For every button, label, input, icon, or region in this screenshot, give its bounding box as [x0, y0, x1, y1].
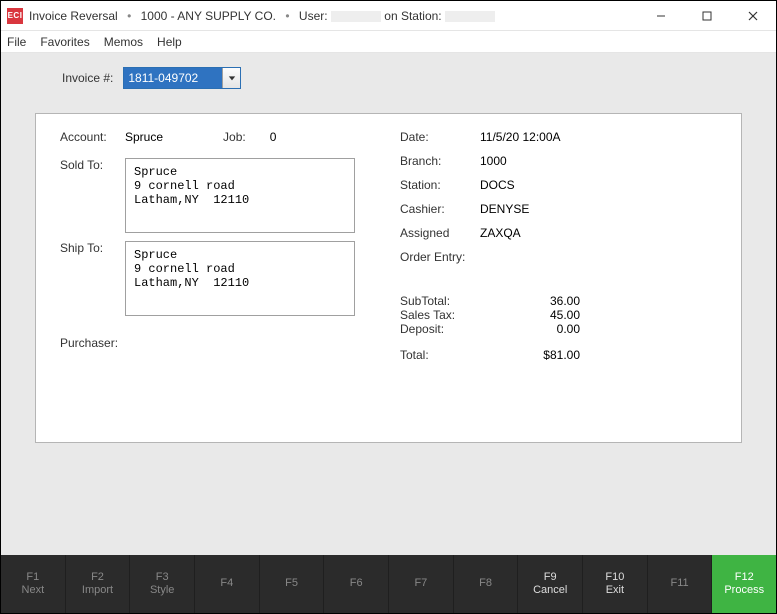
title-company: 1000 - ANY SUPPLY CO.: [141, 9, 276, 23]
menu-memos[interactable]: Memos: [104, 35, 143, 49]
assigned-label: Assigned: [400, 226, 480, 240]
invoice-number-dropdown-button[interactable]: [222, 68, 240, 88]
job-value: 0: [270, 130, 277, 144]
fkey-f5[interactable]: F5: [260, 555, 325, 613]
station-label: Station:: [400, 178, 480, 192]
invoice-number-input[interactable]: [124, 68, 222, 88]
cashier-label: Cashier:: [400, 202, 480, 216]
tax-label: Sales Tax:: [400, 308, 490, 322]
subtotal-value: 36.00: [490, 294, 580, 308]
fkey-f4[interactable]: F4: [195, 555, 260, 613]
title-station-value: [445, 11, 495, 22]
total-label: Total:: [400, 348, 490, 362]
details-panel: Account: Spruce Job: 0 Sold To: Spruce 9…: [35, 113, 742, 443]
menu-bar: File Favorites Memos Help: [1, 31, 776, 53]
fkey-f9-cancel[interactable]: F9Cancel: [518, 555, 583, 613]
deposit-value: 0.00: [490, 322, 580, 336]
app-icon: ECI: [7, 8, 23, 24]
close-button[interactable]: [730, 1, 776, 31]
function-key-bar: F1Next F2Import F3Style F4 F5 F6 F7 F8 F…: [1, 555, 776, 613]
station-value: DOCS: [480, 178, 515, 192]
fkey-f3-style[interactable]: F3Style: [130, 555, 195, 613]
assigned-value: ZAXQA: [480, 226, 521, 240]
ship-to-address: Spruce 9 cornell road Latham,NY 12110: [125, 241, 355, 316]
deposit-label: Deposit:: [400, 322, 490, 336]
branch-value: 1000: [480, 154, 507, 168]
fkey-f12-process[interactable]: F12Process: [712, 555, 776, 613]
fkey-f8[interactable]: F8: [454, 555, 519, 613]
chevron-down-icon: [228, 74, 236, 82]
cashier-value: DENYSE: [480, 202, 529, 216]
title-user-value: [331, 11, 381, 22]
sold-to-address: Spruce 9 cornell road Latham,NY 12110: [125, 158, 355, 233]
sold-to-label: Sold To:: [60, 158, 125, 172]
date-value: 11/5/20 12:00A: [480, 130, 561, 144]
menu-file[interactable]: File: [7, 35, 26, 49]
window-title: Invoice Reversal • 1000 - ANY SUPPLY CO.…: [29, 9, 495, 23]
minimize-button[interactable]: [638, 1, 684, 31]
subtotal-label: SubTotal:: [400, 294, 490, 308]
fkey-f1-next[interactable]: F1Next: [1, 555, 66, 613]
fkey-f6[interactable]: F6: [324, 555, 389, 613]
fkey-f7[interactable]: F7: [389, 555, 454, 613]
fkey-f10-exit[interactable]: F10Exit: [583, 555, 648, 613]
ship-to-label: Ship To:: [60, 241, 125, 255]
job-label: Job:: [223, 130, 246, 144]
invoice-number-combo[interactable]: [123, 67, 241, 89]
fkey-f11[interactable]: F11: [648, 555, 713, 613]
menu-favorites[interactable]: Favorites: [40, 35, 89, 49]
branch-label: Branch:: [400, 154, 480, 168]
tax-value: 45.00: [490, 308, 580, 322]
totals-section: SubTotal:36.00 Sales Tax:45.00 Deposit:0…: [400, 294, 717, 362]
title-user-label: User:: [299, 9, 328, 23]
work-area: Invoice #: Account: Spruce Job: 0 Sold T…: [1, 53, 776, 555]
fkey-f2-import[interactable]: F2Import: [66, 555, 131, 613]
menu-help[interactable]: Help: [157, 35, 182, 49]
account-label: Account:: [60, 130, 125, 144]
account-value: Spruce: [125, 130, 163, 144]
invoice-number-label: Invoice #:: [62, 71, 113, 85]
title-bar: ECI Invoice Reversal • 1000 - ANY SUPPLY…: [1, 1, 776, 31]
title-app: Invoice Reversal: [29, 9, 118, 23]
date-label: Date:: [400, 130, 480, 144]
title-station-label: on Station:: [384, 9, 441, 23]
maximize-button[interactable]: [684, 1, 730, 31]
total-value: $81.00: [490, 348, 580, 362]
order-entry-label: Order Entry:: [400, 250, 490, 264]
purchaser-label: Purchaser:: [60, 336, 140, 350]
